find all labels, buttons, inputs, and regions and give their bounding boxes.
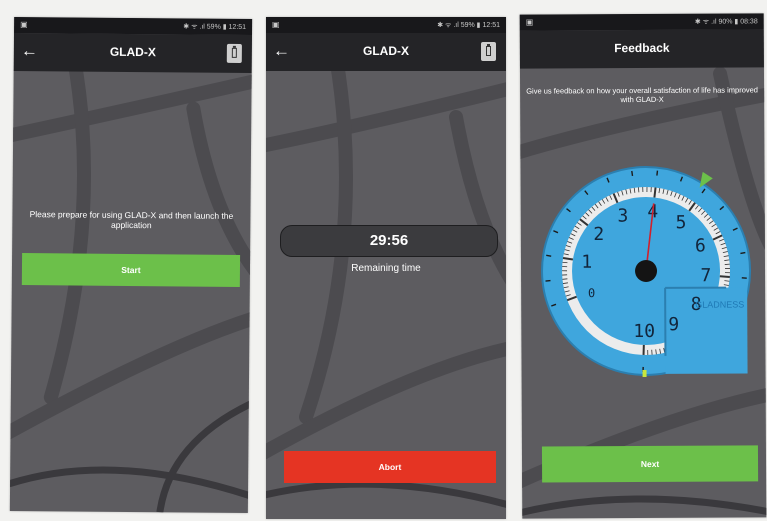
gauge-zero-indicator [642,369,647,378]
prepare-prompt: Please prepare for using GLAD-X and then… [29,209,234,231]
gauge-number-2: 2 [593,224,604,245]
abort-button[interactable]: Abort [284,451,496,483]
gauge-outer-tick [631,170,634,177]
gauge-outer-tick [546,254,552,257]
status-bar: ▣ ✱ ᯤ .ıl 90% ▮ 08:38 [519,13,764,31]
app-title: GLAD-X [363,44,409,58]
screen-session: ▣ ✱ ᯤ .ıl 59% ▮ 12:51 ← GLAD-X 29:56 Rem… [266,17,506,519]
gauge-major-tick [653,187,657,198]
status-info: ✱ ᯤ .ıl 59% ▮ 12:51 [183,23,247,31]
app-bar: ← GLAD-X [266,33,506,71]
gauge-number-3: 3 [617,206,628,227]
app-bar: ← GLAD-X [13,32,253,74]
gauge-number-5: 5 [676,212,687,233]
gauge-brand: GLADNESS [695,299,744,309]
feedback-description: Give us feedback on how your overall sat… [526,85,758,105]
notification-icon: ▣ [272,20,280,29]
gauge-number-0: 0 [588,286,595,300]
gauge-outer-tick [740,251,746,255]
gauge-outer-tick [656,170,659,176]
app-bar: Feedback [519,29,764,69]
gauge-major-tick [719,275,730,278]
screen-start: ▣ ✱ ᯤ .ıl 59% ▮ 12:51 ← GLAD-X Please pr… [9,16,253,514]
app-title: GLAD-X [109,44,156,60]
gauge-number-6: 6 [695,236,706,257]
status-info: ✱ ᯤ .ıl 59% ▮ 12:51 [437,22,500,29]
gauge-hub [635,259,658,282]
gauge-number-1: 1 [581,252,592,273]
countdown-timer: 29:56 [280,225,498,257]
notification-icon: ▣ [525,17,534,27]
remaining-time-label: Remaining time [351,263,421,274]
start-button[interactable]: Start [21,253,241,287]
gauge-number-10: 10 [633,321,655,342]
gladness-gauge[interactable]: 012345678910 GLADNESS [538,163,753,378]
screen-feedback: ▣ ✱ ᯤ .ıl 90% ▮ 08:38 Feedback Give us f… [519,13,767,519]
app-title: Feedback [614,40,670,56]
battery-icon[interactable] [226,43,242,63]
battery-icon[interactable] [481,42,496,61]
status-bar: ▣ ✱ ᯤ .ıl 59% ▮ 12:51 [266,17,506,33]
gauge-number-9: 9 [668,314,679,335]
status-info: ✱ ᯤ .ıl 90% ▮ 08:38 [694,18,758,26]
gauge-minor-tick [562,261,568,264]
gauge-number-7: 7 [700,265,711,286]
notification-icon: ▣ [20,20,28,30]
next-button[interactable]: Next [541,445,759,483]
